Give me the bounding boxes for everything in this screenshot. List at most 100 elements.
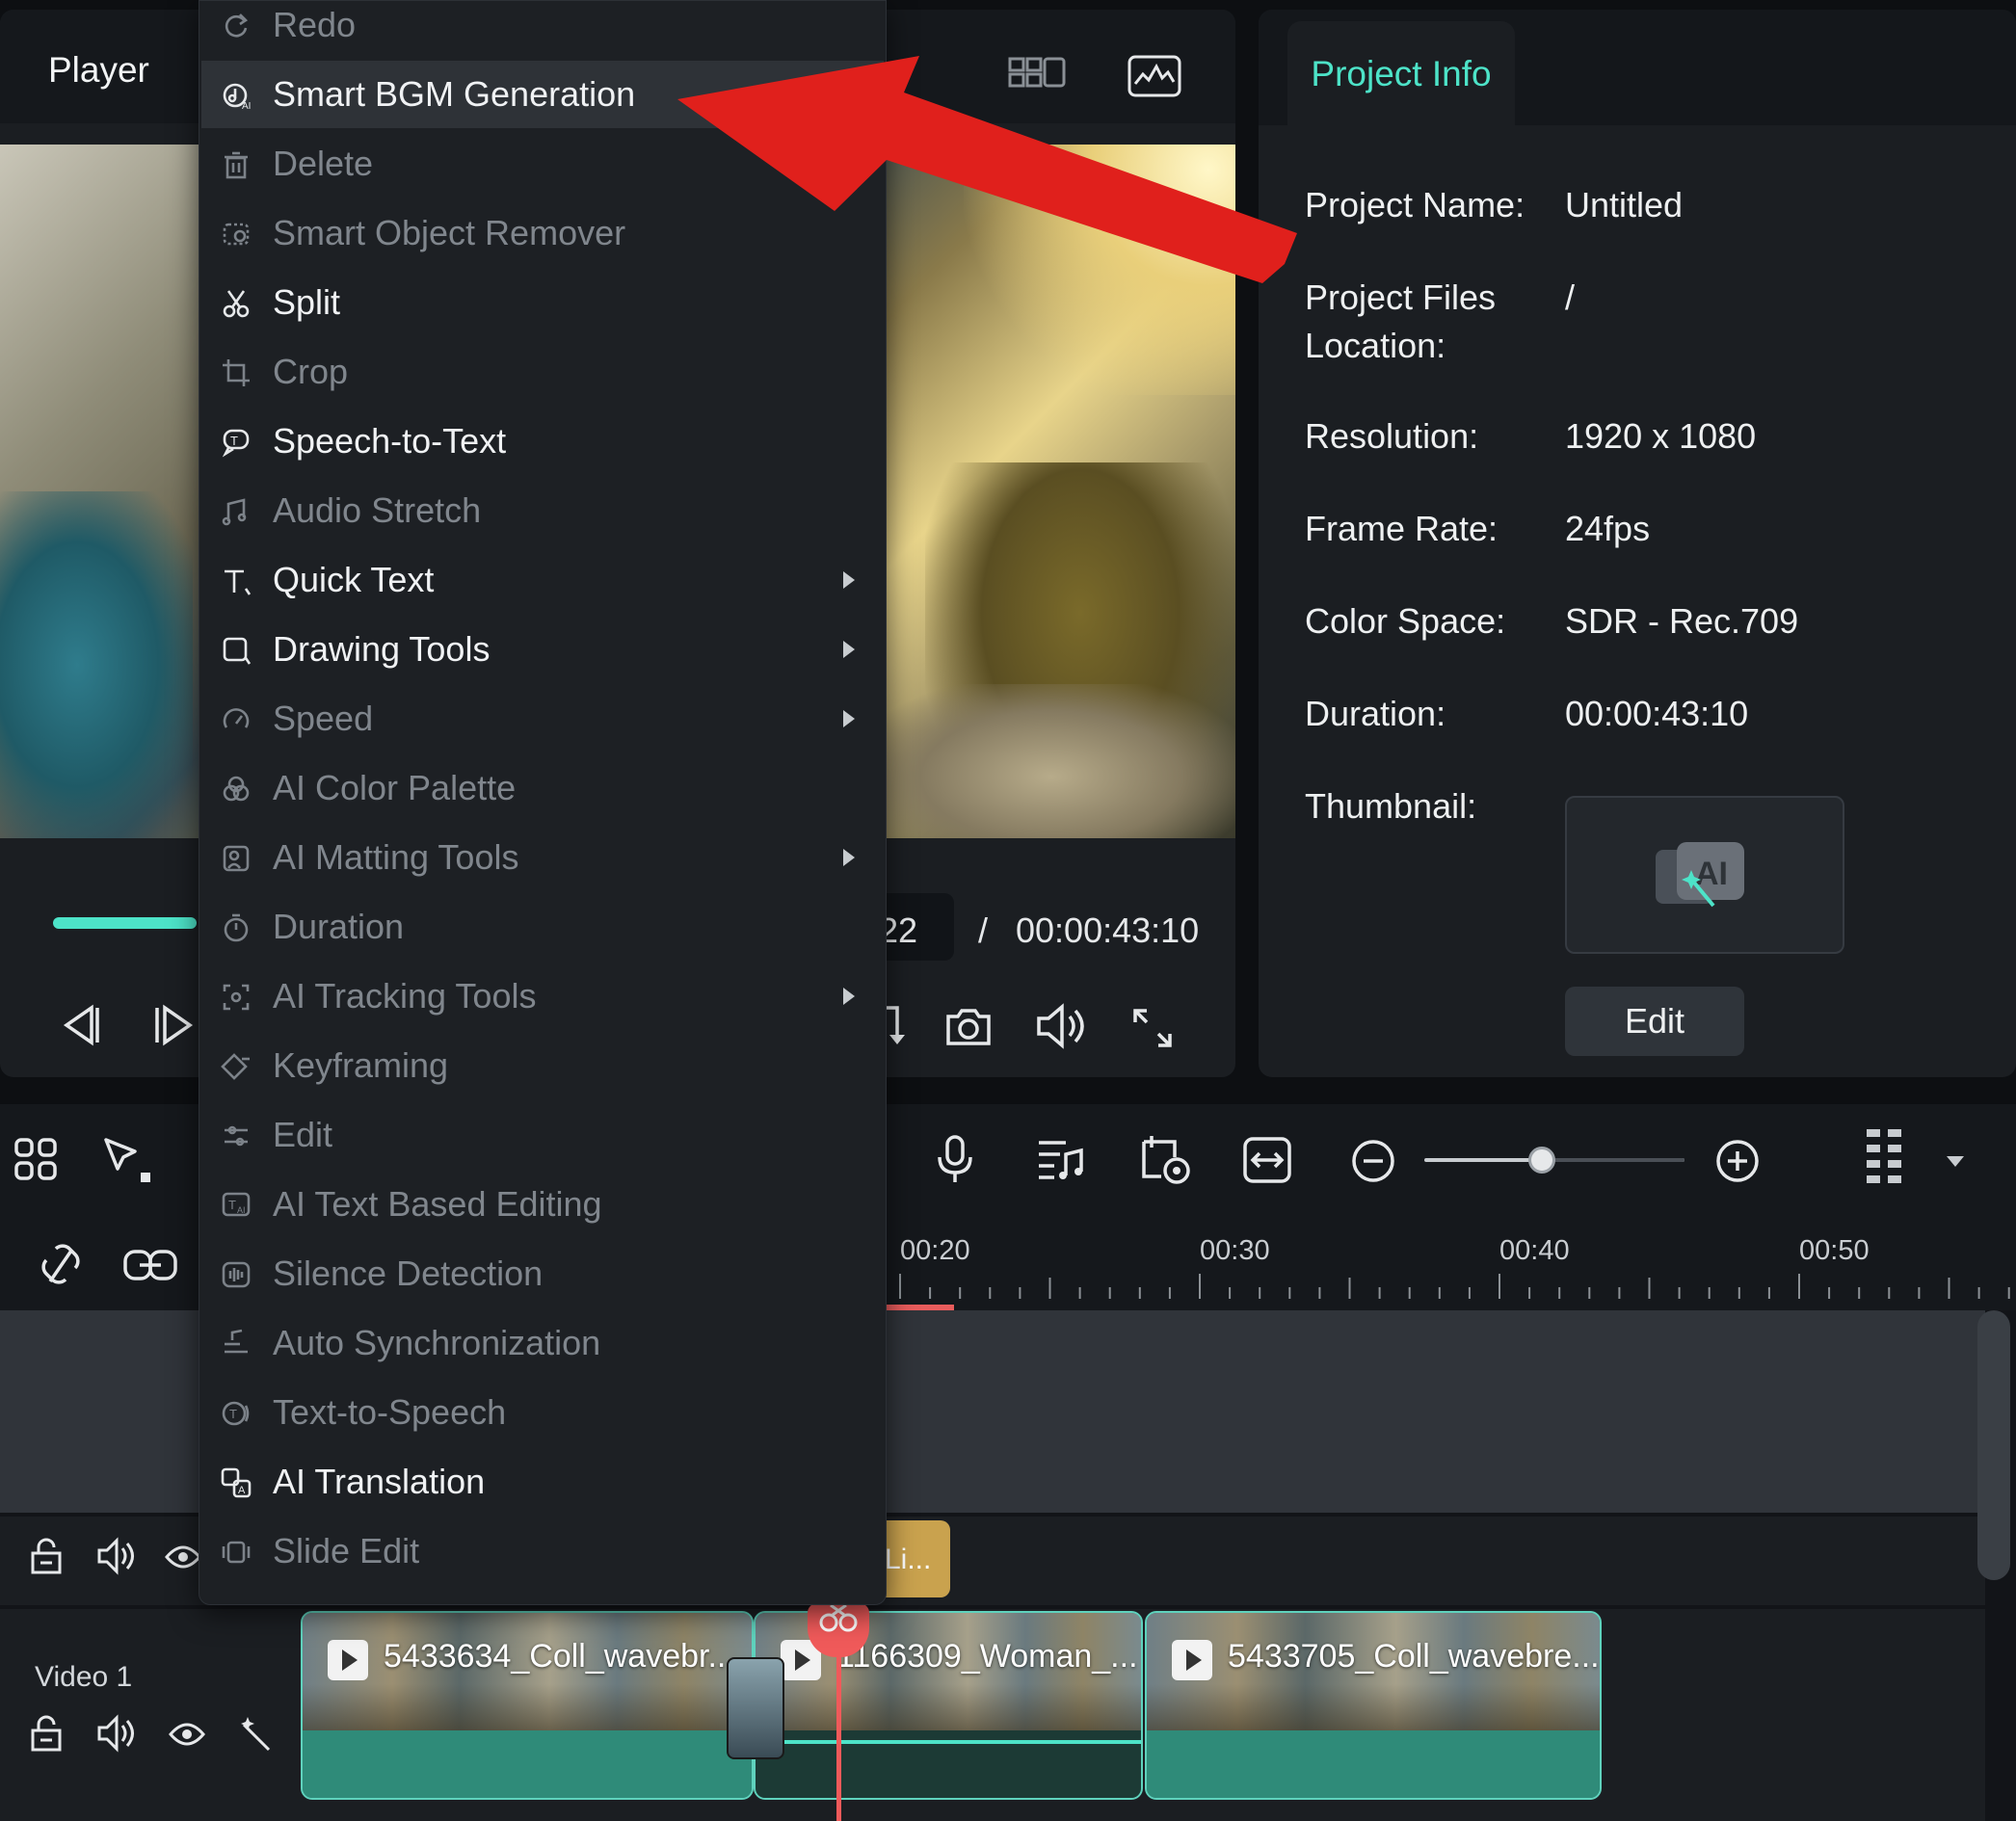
menu-item-quick-text[interactable]: Quick Text [201,546,884,614]
lock-track-icon[interactable] [27,1536,66,1578]
menu-item-label: Speech-to-Text [273,421,507,461]
menu-item-text-to-speech[interactable]: T Text-to-Speech [201,1379,884,1446]
submenu-arrow-icon [843,988,855,1005]
menu-item-label: AI Matting Tools [273,837,519,877]
submenu-arrow-icon [843,710,855,727]
layout-apps-icon[interactable] [12,1135,60,1183]
menu-item-label: Quick Text [273,560,435,599]
menu-item-ai-text-based-editing[interactable]: T AI AI Text Based Editing [201,1171,884,1238]
crop-icon [221,357,252,388]
microphone-icon[interactable] [933,1133,977,1187]
playhead-handle[interactable] [808,1603,869,1657]
video-clip[interactable]: 5433634_Coll_wavebr... [301,1611,754,1800]
auto-reframe-icon[interactable] [1137,1133,1193,1187]
thumbnail-edit-button[interactable]: Edit [1565,987,1744,1056]
zoom-out-icon[interactable] [1349,1137,1397,1185]
clip-name: 5433634_Coll_wavebr... [384,1638,735,1675]
waveform-icon [221,1259,252,1290]
time-separator: / [978,910,989,950]
menu-item-drawing-tools[interactable]: Drawing Tools [201,616,884,683]
color-space-value: SDR - Rec.709 [1565,601,1799,641]
menu-item-label: Text-to-Speech [273,1392,507,1432]
volume-icon[interactable] [1033,1000,1089,1052]
playback-progress-bar[interactable] [53,917,197,929]
link-icon[interactable] [121,1241,179,1289]
zoom-in-icon[interactable] [1713,1137,1762,1185]
next-frame-icon[interactable] [148,998,200,1052]
slide-edit-icon [221,1537,252,1568]
snapshot-camera-icon[interactable] [942,1002,995,1050]
menu-item-slide-edit[interactable]: Slide Edit [201,1518,884,1585]
menu-item-ai-tracking-tools[interactable]: AI Tracking Tools [201,963,884,1030]
project-info-panel: Project Info Project Name: Untitled Proj… [1259,10,2016,1077]
player-title: Player [48,50,149,90]
matting-icon [221,843,252,874]
video-visibility-eye-icon[interactable] [168,1717,206,1752]
video-clip[interactable]: 5433705_Coll_wavebre... [1145,1611,1602,1800]
audio-mixer-icon[interactable] [1033,1135,1087,1185]
transition-thumbnail[interactable] [727,1657,784,1759]
project-name-label: Project Name: [1305,185,1525,224]
sync-icon [221,1329,252,1359]
magic-wand-icon[interactable] [235,1713,274,1755]
menu-item-speed[interactable]: Speed [201,685,884,752]
menu-item-ai-translation[interactable]: A AI Translation [201,1448,884,1516]
svg-text:T: T [230,434,238,448]
speed-icon [221,704,252,735]
ruler-label-50: 00:50 [1799,1235,1870,1266]
clip-name: 1166309_Woman_... [836,1638,1138,1675]
zoom-slider-handle[interactable] [1528,1147,1555,1174]
menu-item-audio-stretch[interactable]: Audio Stretch [201,477,884,544]
scissors-icon [221,288,252,319]
video-track-volume-icon[interactable] [94,1711,139,1755]
svg-text:A: A [238,1485,246,1496]
menu-item-label: Edit [273,1115,333,1154]
unlink-icon[interactable] [35,1237,89,1291]
menu-item-auto-synchronization[interactable]: Auto Synchronization [201,1309,884,1377]
menu-item-ai-color-palette[interactable]: AI Color Palette [201,754,884,822]
thumbnail-label: Thumbnail: [1305,786,1477,826]
menu-item-label: Crop [273,352,349,391]
menu-item-label: Slide Edit [273,1531,420,1570]
menu-item-duration[interactable]: Duration [201,893,884,961]
menu-item-edit[interactable]: Edit [201,1101,884,1169]
menu-item-crop[interactable]: Crop [201,338,884,406]
menu-item-speech-to-text[interactable]: T Speech-to-Text [201,408,884,475]
zoom-slider-rest [1542,1158,1684,1162]
submenu-arrow-icon [843,849,855,866]
sliders-icon [221,1121,252,1151]
menu-item-keyframing[interactable]: Keyframing [201,1032,884,1099]
visibility-eye-icon[interactable] [164,1540,202,1574]
tab-project-info-label: Project Info [1311,54,1492,93]
audio-clip-label: Li... [885,1544,932,1575]
submenu-arrow-icon [843,641,855,658]
track-height-icon[interactable] [1864,1127,1908,1195]
menu-item-label: Audio Stretch [273,490,482,530]
text-edit-icon: T AI [221,1190,252,1221]
menu-item-ai-matting-tools[interactable]: AI Matting Tools [201,824,884,891]
thumbnail-preview[interactable]: AI [1565,796,1844,954]
fit-timeline-icon[interactable] [1241,1135,1293,1185]
menu-item-label: Keyframing [273,1045,449,1085]
select-tool-icon[interactable] [100,1135,154,1185]
menu-item-label: AI Color Palette [273,768,517,807]
track-volume-icon[interactable] [94,1534,139,1578]
svg-text:T: T [229,1407,237,1421]
menu-item-label: AI Text Based Editing [273,1184,602,1224]
menu-item-silence-detection[interactable]: Silence Detection [201,1240,884,1307]
ruler-label-40: 00:40 [1499,1235,1570,1266]
frame-rate-label: Frame Rate: [1305,509,1499,548]
vertical-scrollbar[interactable] [1977,1310,2010,1580]
ai-music-icon: AI [221,80,252,111]
chevron-down-icon[interactable] [1941,1150,1970,1174]
menu-item-label: Duration [273,907,405,946]
tracking-icon [221,982,252,1013]
project-name-value: Untitled [1565,185,1684,224]
menu-item-label: Auto Synchronization [273,1323,601,1362]
fullscreen-icon[interactable] [1129,1006,1176,1050]
translate-icon: A [221,1467,252,1498]
video-lock-track-icon[interactable] [27,1713,66,1755]
previous-frame-icon[interactable] [54,998,106,1052]
menu-item-label: Drawing Tools [273,629,491,669]
redo-icon [221,11,252,41]
